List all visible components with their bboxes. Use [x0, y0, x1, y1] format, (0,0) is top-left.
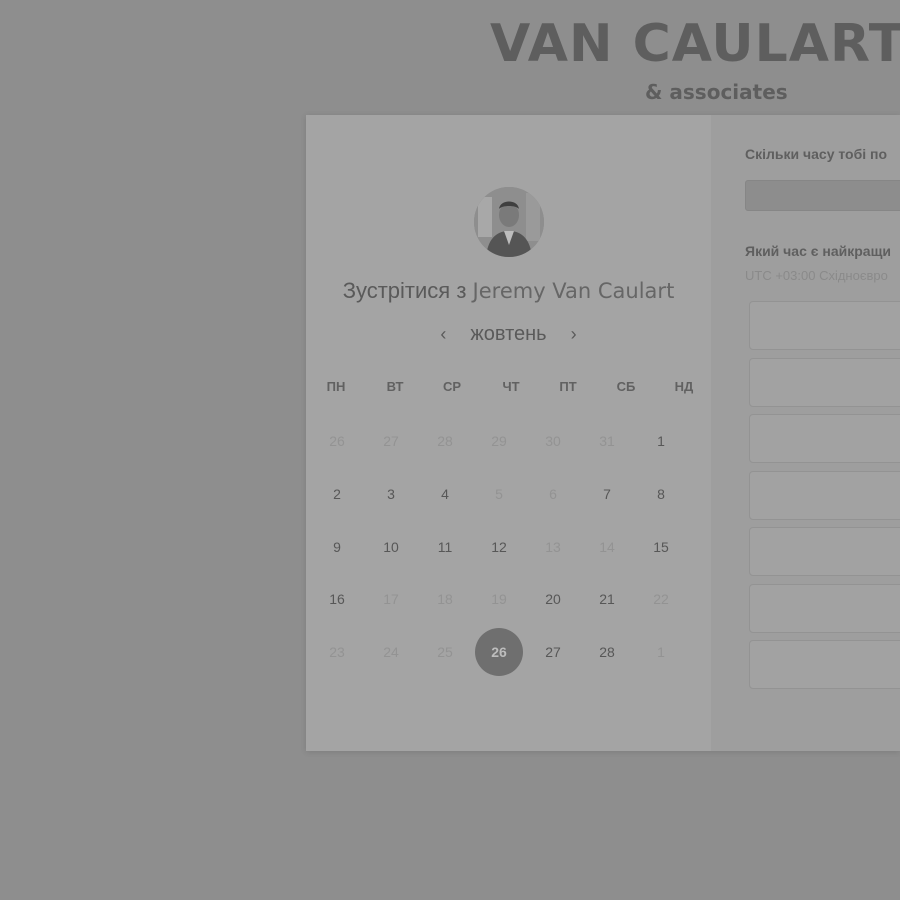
calendar-day[interactable]: 2	[313, 470, 361, 518]
calendar-day: 19	[491, 591, 507, 607]
calendar-day: 29	[491, 433, 507, 449]
duration-question: Скільки часу тобі по	[745, 146, 888, 162]
calendar-day[interactable]: 12	[475, 523, 523, 571]
meeting-title-prefix: Зустрітися з	[342, 278, 467, 303]
brand-logo: VAN CAULART	[490, 14, 900, 74]
calendar-day: 27	[383, 433, 399, 449]
calendar-day[interactable]: 3	[367, 470, 415, 518]
weekday-label: ПН	[326, 379, 346, 394]
calendar-day: 26	[329, 433, 345, 449]
calendar-day[interactable]: 7	[583, 470, 631, 518]
calendar-day[interactable]: 15	[637, 523, 685, 571]
scheduler-panel: Скільки часу тобі по 3 Який час є найкра…	[711, 115, 900, 751]
calendar-day: 23	[329, 644, 345, 660]
calendar-day[interactable]: 28	[583, 628, 631, 676]
chevron-left-icon[interactable]: ‹	[436, 324, 450, 345]
brand-tagline: & associates	[645, 80, 788, 104]
time-slot-button[interactable]	[749, 471, 900, 520]
weekday-label: ПТ	[559, 379, 577, 394]
calendar-day: 31	[599, 433, 615, 449]
host-name: Jeremy Van Caulart	[472, 279, 675, 303]
calendar-day: 28	[437, 433, 453, 449]
calendar-day[interactable]: 16	[313, 575, 361, 623]
time-slot-button[interactable]	[749, 527, 900, 576]
month-navigation: ‹ жовтень ›	[306, 323, 711, 346]
calendar-day: 6	[549, 486, 557, 502]
meeting-title: Зустрітися з Jeremy Van Caulart	[306, 278, 711, 304]
calendar-day[interactable]: 4	[421, 470, 469, 518]
calendar-day: 1	[657, 644, 665, 660]
time-slot-button[interactable]	[749, 584, 900, 633]
calendar-day[interactable]: 20	[529, 575, 577, 623]
calendar-day[interactable]: 1	[637, 417, 685, 465]
calendar-day: 18	[437, 591, 453, 607]
time-slot-button[interactable]	[749, 640, 900, 689]
time-slot-button[interactable]	[749, 414, 900, 463]
calendar-day: 14	[599, 539, 615, 555]
weekday-label: СР	[442, 379, 462, 394]
calendar-day: 22	[653, 591, 669, 607]
calendar-day: 5	[495, 486, 503, 502]
booking-card: Зустрітися з Jeremy Van Caulart ‹ жовтен…	[306, 115, 900, 751]
weekday-label: ЧТ	[502, 379, 520, 394]
duration-option-button[interactable]: 3	[745, 180, 900, 211]
calendar-day[interactable]: 21	[583, 575, 631, 623]
weekday-label: ВТ	[386, 379, 404, 394]
time-slot-button[interactable]	[749, 358, 900, 407]
month-label: жовтень	[470, 323, 547, 345]
chevron-right-icon[interactable]: ›	[567, 324, 581, 345]
calendar-day-selected[interactable]: 26	[475, 628, 523, 676]
calendar-day[interactable]: 10	[367, 523, 415, 571]
calendar-day: 30	[545, 433, 561, 449]
host-avatar	[474, 187, 544, 257]
calendar-day[interactable]: 9	[313, 523, 361, 571]
weekday-label: НД	[674, 379, 694, 394]
time-question: Який час є найкращи	[745, 243, 891, 259]
calendar-day: 17	[383, 591, 399, 607]
calendar-day: 25	[437, 644, 453, 660]
weekday-label: СБ	[616, 379, 636, 394]
calendar-panel: Зустрітися з Jeremy Van Caulart ‹ жовтен…	[306, 115, 711, 751]
calendar-day[interactable]: 11	[421, 523, 469, 571]
timezone-label: UTC +03:00 Східноєвро	[745, 268, 888, 283]
calendar-day: 24	[383, 644, 399, 660]
calendar-day: 13	[545, 539, 561, 555]
weekday-header: ПН ВТ СР ЧТ ПТ СБ НД	[306, 379, 711, 399]
time-slot-button[interactable]	[749, 301, 900, 350]
calendar-day[interactable]: 27	[529, 628, 577, 676]
calendar-day[interactable]: 8	[637, 470, 685, 518]
